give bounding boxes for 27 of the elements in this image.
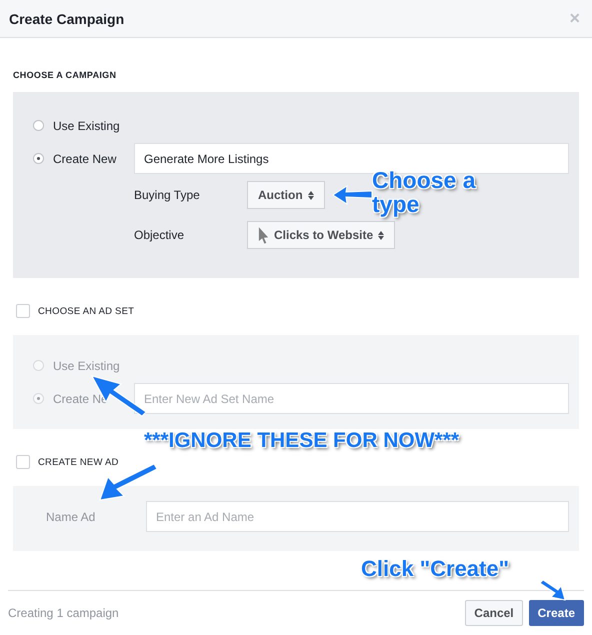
- objective-dropdown[interactable]: Clicks to Website: [247, 221, 396, 249]
- cancel-button[interactable]: Cancel: [465, 600, 523, 626]
- field-label: Name Ad: [45, 510, 96, 524]
- option-label: Create New: [53, 152, 118, 166]
- create-button[interactable]: Create: [528, 600, 584, 626]
- checkbox[interactable]: [16, 455, 30, 469]
- window-title: Create Campaign: [9, 10, 124, 26]
- field-label: Buying Type: [134, 188, 201, 202]
- status-text: Creating 1 campaign: [8, 606, 119, 620]
- radio-button[interactable]: [33, 153, 44, 164]
- annotation-arrow: [539, 579, 566, 601]
- sort-caret-icon: [308, 190, 314, 200]
- radio-button[interactable]: [33, 120, 44, 131]
- section-title: CHOOSE AN AD SET: [38, 306, 134, 316]
- ad-name-field[interactable]: Enter an Ad Name: [146, 501, 569, 532]
- field-label: Objective: [134, 228, 186, 242]
- sort-caret-icon: [378, 230, 384, 240]
- cursor-icon: [258, 226, 269, 244]
- section-title: CREATE NEW AD: [38, 456, 119, 468]
- annotation-arrow: [91, 375, 147, 417]
- annotation-text: Click "Create": [361, 557, 510, 581]
- section-title: CHOOSE A CAMPAIGN: [13, 70, 118, 80]
- option-label: Use Existing: [53, 118, 121, 132]
- option-label: Use Existing: [53, 358, 121, 372]
- annotation-text: ***IGNORE THESE FOR NOW***: [144, 429, 460, 453]
- buying-type-dropdown[interactable]: Auction: [247, 181, 325, 209]
- annotation-arrow: [332, 184, 372, 206]
